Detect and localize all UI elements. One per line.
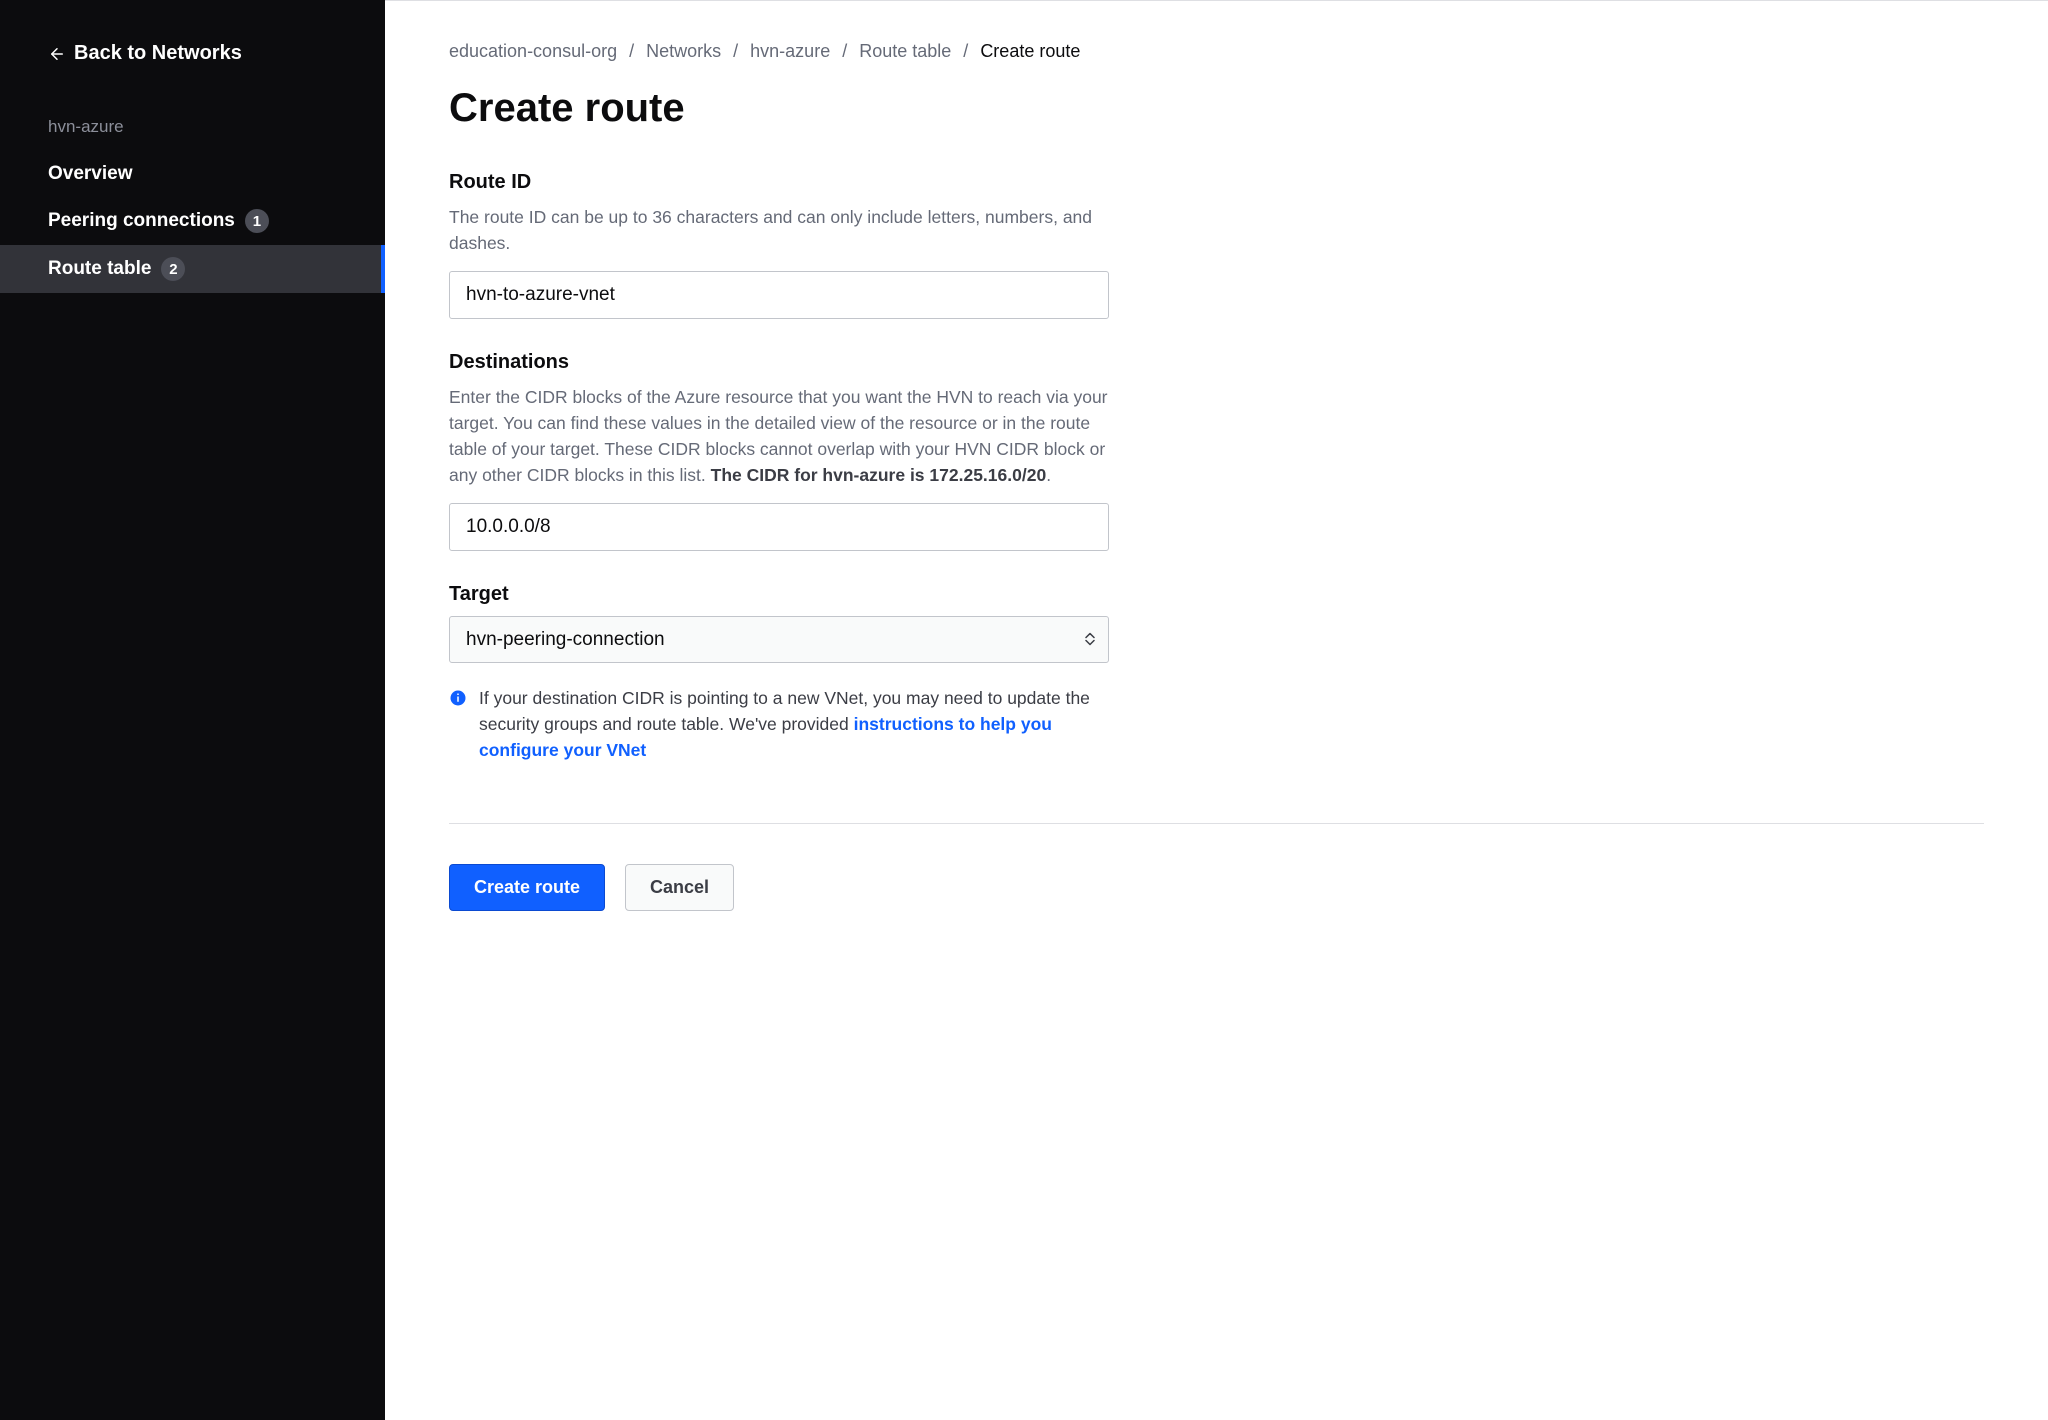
route-id-label: Route ID — [449, 171, 1109, 194]
sidebar-item-label: Overview — [48, 163, 133, 185]
breadcrumb-item-hvn[interactable]: hvn-azure — [750, 41, 830, 62]
breadcrumb-separator: / — [842, 41, 847, 62]
route-id-description: The route ID can be up to 36 characters … — [449, 204, 1109, 257]
breadcrumb: education-consul-org / Networks / hvn-az… — [449, 41, 1984, 62]
destinations-description: Enter the CIDR blocks of the Azure resou… — [449, 384, 1109, 489]
breadcrumb-item-current: Create route — [980, 41, 1080, 62]
sidebar-item-label: Peering connections — [48, 210, 235, 232]
breadcrumb-separator: / — [963, 41, 968, 62]
destinations-input[interactable] — [449, 503, 1109, 551]
count-badge: 1 — [245, 209, 269, 233]
divider — [449, 823, 1984, 824]
info-icon — [449, 688, 467, 714]
page-title: Create route — [449, 86, 1984, 131]
sidebar-item-route-table[interactable]: Route table 2 — [0, 245, 385, 293]
destinations-label: Destinations — [449, 351, 1109, 374]
target-select[interactable]: hvn-peering-connection — [449, 616, 1109, 663]
target-label: Target — [449, 583, 1109, 606]
info-text: If your destination CIDR is pointing to … — [479, 685, 1109, 764]
back-link-label: Back to Networks — [74, 42, 242, 65]
breadcrumb-separator: / — [629, 41, 634, 62]
route-id-input[interactable] — [449, 271, 1109, 319]
main-content: education-consul-org / Networks / hvn-az… — [385, 0, 2048, 1420]
destinations-section: Destinations Enter the CIDR blocks of th… — [449, 351, 1109, 551]
sidebar-item-peering-connections[interactable]: Peering connections 1 — [0, 197, 385, 245]
breadcrumb-item-route-table[interactable]: Route table — [859, 41, 951, 62]
sidebar-item-overview[interactable]: Overview — [0, 151, 385, 197]
breadcrumb-item-org[interactable]: education-consul-org — [449, 41, 617, 62]
back-to-networks-link[interactable]: Back to Networks — [0, 30, 385, 77]
breadcrumb-item-networks[interactable]: Networks — [646, 41, 721, 62]
sidebar: Back to Networks hvn-azure Overview Peer… — [0, 0, 385, 1420]
count-badge: 2 — [161, 257, 185, 281]
button-row: Create route Cancel — [449, 864, 1984, 911]
cancel-button[interactable]: Cancel — [625, 864, 734, 911]
info-callout: If your destination CIDR is pointing to … — [449, 685, 1109, 764]
create-route-button[interactable]: Create route — [449, 864, 605, 911]
target-select-wrapper: hvn-peering-connection — [449, 616, 1109, 663]
target-section: Target hvn-peering-connection If your de… — [449, 583, 1109, 764]
sidebar-network-heading: hvn-azure — [0, 77, 385, 151]
breadcrumb-separator: / — [733, 41, 738, 62]
arrow-left-icon — [48, 45, 66, 63]
route-id-section: Route ID The route ID can be up to 36 ch… — [449, 171, 1109, 319]
sidebar-item-label: Route table — [48, 258, 151, 280]
